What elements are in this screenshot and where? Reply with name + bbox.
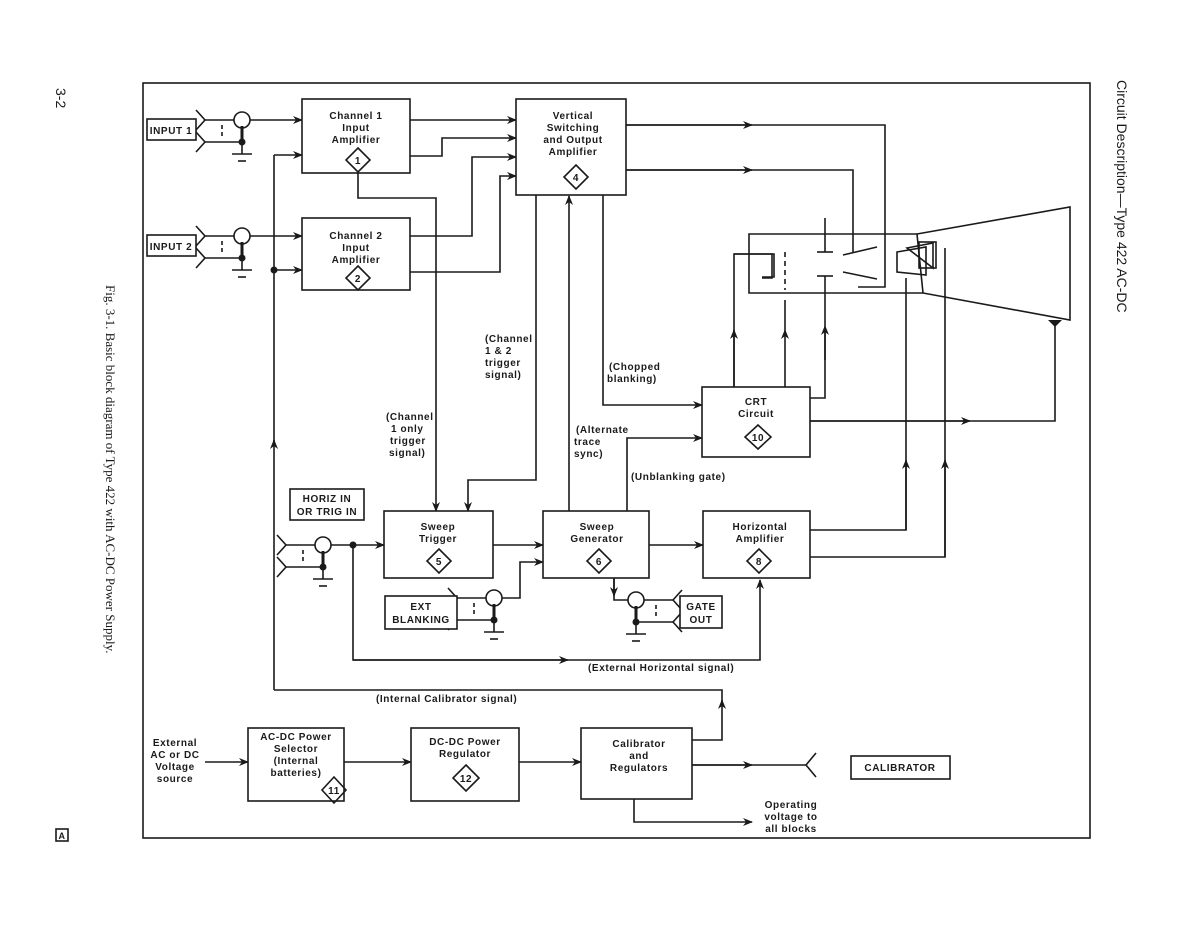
svg-text:Amplifier: Amplifier: [549, 147, 598, 158]
block-ch2: Channel 2 Input Amplifier 2: [301, 217, 411, 292]
svg-text:5: 5: [436, 557, 442, 568]
svg-text:and: and: [629, 751, 649, 762]
svg-text:DC-DC Power: DC-DC Power: [429, 737, 501, 748]
svg-text:AC or DC: AC or DC: [150, 750, 199, 761]
svg-text:Selector: Selector: [274, 744, 318, 755]
svg-text:Regulator: Regulator: [439, 749, 491, 760]
ext-blanking-label: EXT: [410, 602, 431, 613]
svg-text:trigger: trigger: [390, 436, 426, 447]
svg-text:(Alternate: (Alternate: [576, 425, 629, 436]
svg-text:Generator: Generator: [570, 534, 623, 545]
ext-blanking-label: BLANKING: [392, 615, 450, 626]
svg-text:Voltage: Voltage: [155, 762, 195, 773]
svg-text:10: 10: [752, 433, 764, 444]
block-sweep-trigger: Sweep Trigger 5: [383, 510, 494, 579]
svg-text:8: 8: [756, 557, 762, 568]
page-header: Circuit Description—Type 422 AC-DC: [1114, 80, 1130, 313]
svg-text:Channel 1: Channel 1: [329, 111, 382, 122]
block-sweep-generator: Sweep Generator 6: [542, 510, 650, 579]
svg-text:signal): signal): [485, 370, 521, 381]
svg-text:trigger: trigger: [485, 358, 521, 369]
svg-text:Trigger: Trigger: [419, 534, 457, 545]
svg-text:Circuit: Circuit: [738, 409, 774, 420]
svg-text:Calibrator: Calibrator: [612, 739, 665, 750]
svg-text:6: 6: [596, 557, 602, 568]
horiz-in-connector-icon: [275, 533, 335, 588]
block-horizontal-amplifier: Horizontal Amplifier 8: [702, 510, 811, 579]
svg-text:all blocks: all blocks: [765, 824, 817, 835]
svg-text:11: 11: [328, 786, 340, 797]
svg-text:Switching: Switching: [547, 123, 600, 134]
calibrator-label: CALIBRATOR: [864, 763, 935, 774]
input2-connector-icon: [194, 224, 254, 279]
svg-text:(Unblanking gate): (Unblanking gate): [631, 472, 726, 483]
svg-text:(Internal: (Internal: [274, 756, 319, 767]
svg-text:(Internal Calibrator signal): (Internal Calibrator signal): [376, 694, 517, 705]
svg-text:signal): signal): [389, 448, 425, 459]
svg-text:(Chopped: (Chopped: [609, 362, 660, 373]
svg-text:source: source: [157, 774, 193, 785]
svg-text:(Channel: (Channel: [485, 334, 533, 345]
input1-label: INPUT 1: [150, 126, 193, 137]
svg-text:voltage to: voltage to: [764, 812, 817, 823]
block-diagram: 3-2 Circuit Description—Type 422 AC-DC F…: [53, 80, 1130, 842]
svg-text:2: 2: [355, 274, 361, 285]
gate-out-label: OUT: [690, 615, 713, 626]
edition-mark: A: [58, 831, 65, 841]
block-crt: CRT Circuit 10: [701, 386, 811, 458]
svg-text:(External Horizontal signal): (External Horizontal signal): [588, 663, 734, 674]
svg-text:(Channel: (Channel: [386, 412, 434, 423]
diagram-frame: [142, 82, 1091, 839]
block-acdc-power: AC-DC Power Selector (Internal batteries…: [247, 727, 348, 805]
input1-connector-icon: [194, 108, 254, 163]
svg-text:Operating: Operating: [765, 800, 818, 811]
svg-text:Sweep: Sweep: [580, 522, 615, 533]
svg-text:1 & 2: 1 & 2: [485, 346, 512, 357]
svg-text:CRT: CRT: [745, 397, 767, 408]
svg-text:Input: Input: [342, 123, 370, 134]
horiz-in-label: HORIZ IN: [303, 494, 352, 505]
svg-text:Input: Input: [342, 243, 370, 254]
block-vertical: Vertical Switching and Output Amplifier …: [515, 98, 627, 196]
page-number: 3-2: [53, 88, 69, 108]
svg-text:4: 4: [573, 173, 579, 184]
svg-text:blanking): blanking): [607, 374, 657, 385]
svg-text:Sweep: Sweep: [421, 522, 456, 533]
svg-text:batteries): batteries): [270, 768, 321, 779]
svg-text:1: 1: [355, 156, 361, 167]
svg-text:12: 12: [460, 774, 472, 785]
svg-text:Amplifier: Amplifier: [332, 135, 381, 146]
svg-text:Amplifier: Amplifier: [332, 255, 381, 266]
block-dcdc-regulator: DC-DC Power Regulator 12: [410, 727, 520, 802]
svg-text:1 only: 1 only: [391, 424, 424, 435]
gate-out-connector-icon: [624, 588, 684, 643]
svg-text:sync): sync): [574, 449, 603, 460]
svg-text:trace: trace: [574, 437, 601, 448]
block-ch1: Channel 1 Input Amplifier 1: [301, 98, 411, 174]
svg-text:and Output: and Output: [543, 135, 602, 146]
svg-text:Vertical: Vertical: [553, 111, 593, 122]
svg-text:Horizontal: Horizontal: [733, 522, 788, 533]
horiz-in-label: OR TRIG IN: [297, 507, 357, 518]
figure-caption: Fig. 3-1. Basic block diagram of Type 42…: [103, 285, 118, 653]
gate-out-label: GATE: [686, 602, 715, 613]
svg-text:Amplifier: Amplifier: [736, 534, 785, 545]
svg-text:Channel 2: Channel 2: [329, 231, 382, 242]
input2-label: INPUT 2: [150, 242, 193, 253]
svg-text:Regulators: Regulators: [610, 763, 668, 774]
svg-text:AC-DC Power: AC-DC Power: [260, 732, 332, 743]
block-calibrator: Calibrator and Regulators: [580, 727, 693, 800]
svg-text:External: External: [153, 738, 197, 749]
